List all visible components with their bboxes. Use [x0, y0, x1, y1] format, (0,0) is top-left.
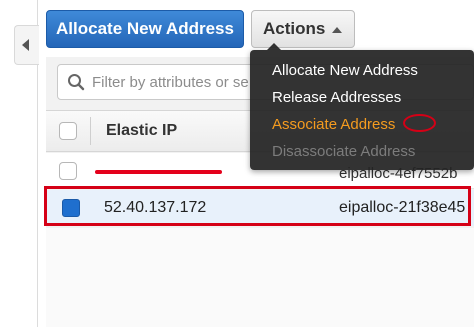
allocate-new-address-button[interactable]: Allocate New Address [46, 10, 244, 48]
filter-placeholder: Filter by attributes or se [92, 74, 249, 91]
chevron-left-icon [22, 39, 29, 51]
annotation-highlight-box [44, 186, 471, 226]
column-header-elastic-ip[interactable]: Elastic IP [106, 122, 177, 140]
menu-item-allocate-new-address[interactable]: Allocate New Address [272, 62, 418, 79]
menu-item-associate-address[interactable]: Associate Address [272, 116, 395, 133]
menu-item-disassociate-address: Disassociate Address [272, 143, 416, 160]
menu-pointer [267, 43, 281, 50]
redaction-mark [95, 170, 222, 174]
table-empty-area [46, 228, 474, 327]
column-separator [90, 117, 91, 145]
annotation-circle [403, 114, 436, 132]
row-checkbox[interactable] [59, 162, 77, 180]
actions-menu: Allocate New Address Release Addresses A… [250, 43, 474, 170]
select-all-checkbox[interactable] [59, 122, 77, 140]
menu-item-release-addresses[interactable]: Release Addresses [272, 89, 401, 106]
sidebar-toggle[interactable] [14, 25, 39, 65]
actions-button-label: Actions [263, 19, 326, 38]
search-icon [68, 74, 85, 91]
caret-up-icon [332, 27, 342, 33]
